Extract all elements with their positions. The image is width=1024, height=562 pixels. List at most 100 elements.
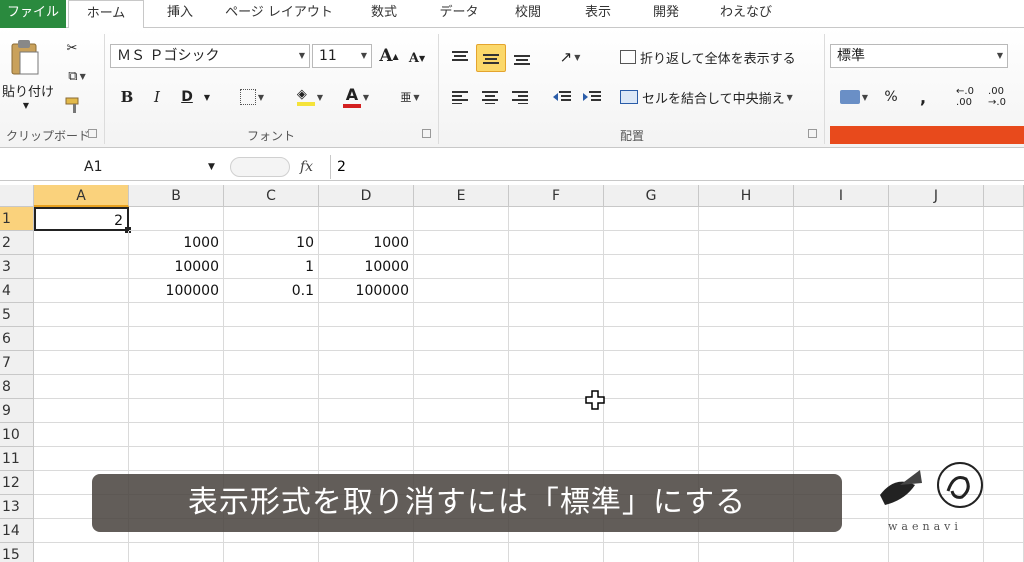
cell-e1[interactable] [414, 207, 509, 231]
cell-h15[interactable] [699, 543, 794, 562]
wrap-text-button[interactable]: 折り返して全体を表示する [620, 45, 820, 69]
cell-j9[interactable] [889, 399, 984, 423]
font-name-select[interactable]: ＭＳ Ｐゴシック ▼ [110, 44, 310, 68]
cell-b3[interactable]: 10000 [129, 255, 224, 279]
cell-i15[interactable] [794, 543, 889, 562]
cell-a8[interactable] [34, 375, 129, 399]
tab-home[interactable]: ホーム [68, 0, 144, 29]
cell-e15[interactable] [414, 543, 509, 562]
accounting-format-button[interactable]: ▼ [834, 84, 874, 110]
row-header-13[interactable]: 13 [0, 495, 34, 519]
cell-c3[interactable]: 1 [224, 255, 319, 279]
cell-b15[interactable] [129, 543, 224, 562]
cell-d5[interactable] [319, 303, 414, 327]
cell-e2[interactable] [414, 231, 509, 255]
cell-e11[interactable] [414, 447, 509, 471]
decrease-decimal-button[interactable]: .00 →.0 [982, 84, 1012, 110]
cell-b5[interactable] [129, 303, 224, 327]
cell-f10[interactable] [509, 423, 604, 447]
row-header-3[interactable]: 3 [0, 255, 34, 279]
cell-d7[interactable] [319, 351, 414, 375]
increase-decimal-button[interactable]: ←.0.00 [950, 84, 980, 110]
cell-d6[interactable] [319, 327, 414, 351]
align-bottom-button[interactable] [508, 44, 536, 72]
cell-a6[interactable] [34, 327, 129, 351]
cell-h1[interactable] [699, 207, 794, 231]
cell-i7[interactable] [794, 351, 889, 375]
cell-h8[interactable] [699, 375, 794, 399]
copy-icon[interactable]: ⧉ ▼ [60, 66, 94, 86]
cell-b1[interactable] [129, 207, 224, 231]
cell-c11[interactable] [224, 447, 319, 471]
cell-g10[interactable] [604, 423, 699, 447]
cell-filler[interactable] [984, 423, 1024, 447]
cell-e6[interactable] [414, 327, 509, 351]
cell-j1[interactable] [889, 207, 984, 231]
cell-f2[interactable] [509, 231, 604, 255]
tab-formulas[interactable]: 数式 [354, 0, 414, 28]
cell-g4[interactable] [604, 279, 699, 303]
column-header-i[interactable]: I [794, 185, 889, 207]
italic-button[interactable]: I [146, 86, 168, 108]
column-header-b[interactable]: B [129, 185, 224, 207]
cell-filler[interactable] [984, 447, 1024, 471]
phonetic-button[interactable]: 亜 ▼ [392, 84, 428, 110]
cell-j15[interactable] [889, 543, 984, 562]
cell-g6[interactable] [604, 327, 699, 351]
align-middle-button[interactable] [476, 44, 506, 72]
tab-data[interactable]: データ [424, 0, 494, 28]
cell-i8[interactable] [794, 375, 889, 399]
cell-d11[interactable] [319, 447, 414, 471]
cell-e7[interactable] [414, 351, 509, 375]
cell-j10[interactable] [889, 423, 984, 447]
cell-a9[interactable] [34, 399, 129, 423]
font-launcher-icon[interactable] [422, 129, 431, 138]
cell-j8[interactable] [889, 375, 984, 399]
cell-filler[interactable] [984, 471, 1024, 495]
font-color-button[interactable]: A ▼ [336, 84, 376, 110]
tab-view[interactable]: 表示 [568, 0, 628, 28]
cell-i6[interactable] [794, 327, 889, 351]
cell-f15[interactable] [509, 543, 604, 562]
cell-j4[interactable] [889, 279, 984, 303]
cell-d8[interactable] [319, 375, 414, 399]
cell-g9[interactable] [604, 399, 699, 423]
cell-filler[interactable] [984, 231, 1024, 255]
tab-insert[interactable]: 挿入 [150, 0, 210, 28]
cell-j2[interactable] [889, 231, 984, 255]
row-header-11[interactable]: 11 [0, 447, 34, 471]
cell-filler[interactable] [984, 495, 1024, 519]
tab-waenavi[interactable]: わえなび [706, 0, 786, 28]
cell-i5[interactable] [794, 303, 889, 327]
cell-filler[interactable] [984, 519, 1024, 543]
grow-font-button[interactable]: A ▲ [378, 46, 400, 66]
active-cell-a1[interactable]: 2 [34, 207, 129, 231]
cell-filler[interactable] [984, 543, 1024, 562]
tab-page-layout[interactable]: ページ レイアウト [214, 0, 344, 28]
cell-e4[interactable] [414, 279, 509, 303]
name-box[interactable]: A1 ▼ [0, 155, 226, 179]
row-header-4[interactable]: 4 [0, 279, 34, 303]
column-header-a[interactable]: A [34, 185, 129, 207]
cell-g7[interactable] [604, 351, 699, 375]
cell-b2[interactable]: 1000 [129, 231, 224, 255]
tab-developer[interactable]: 開発 [636, 0, 696, 28]
cell-c1[interactable] [224, 207, 319, 231]
column-header-d[interactable]: D [319, 185, 414, 207]
row-header-1[interactable]: 1 [0, 207, 34, 231]
borders-button[interactable]: ▼ [232, 86, 272, 108]
cell-f1[interactable] [509, 207, 604, 231]
merge-center-button[interactable]: セルを結合して中央揃え ▼ [620, 85, 820, 109]
cell-f3[interactable] [509, 255, 604, 279]
cell-c10[interactable] [224, 423, 319, 447]
align-top-button[interactable] [446, 44, 474, 70]
clipboard-launcher-icon[interactable] [88, 129, 97, 138]
row-header-15[interactable]: 15 [0, 543, 34, 562]
cell-c9[interactable] [224, 399, 319, 423]
cell-d3[interactable]: 10000 [319, 255, 414, 279]
number-format-select[interactable]: 標準 ▼ [830, 44, 1008, 68]
align-left-button[interactable] [446, 84, 474, 110]
paste-button[interactable]: 貼り付け [0, 80, 56, 100]
cell-i4[interactable] [794, 279, 889, 303]
row-header-2[interactable]: 2 [0, 231, 34, 255]
